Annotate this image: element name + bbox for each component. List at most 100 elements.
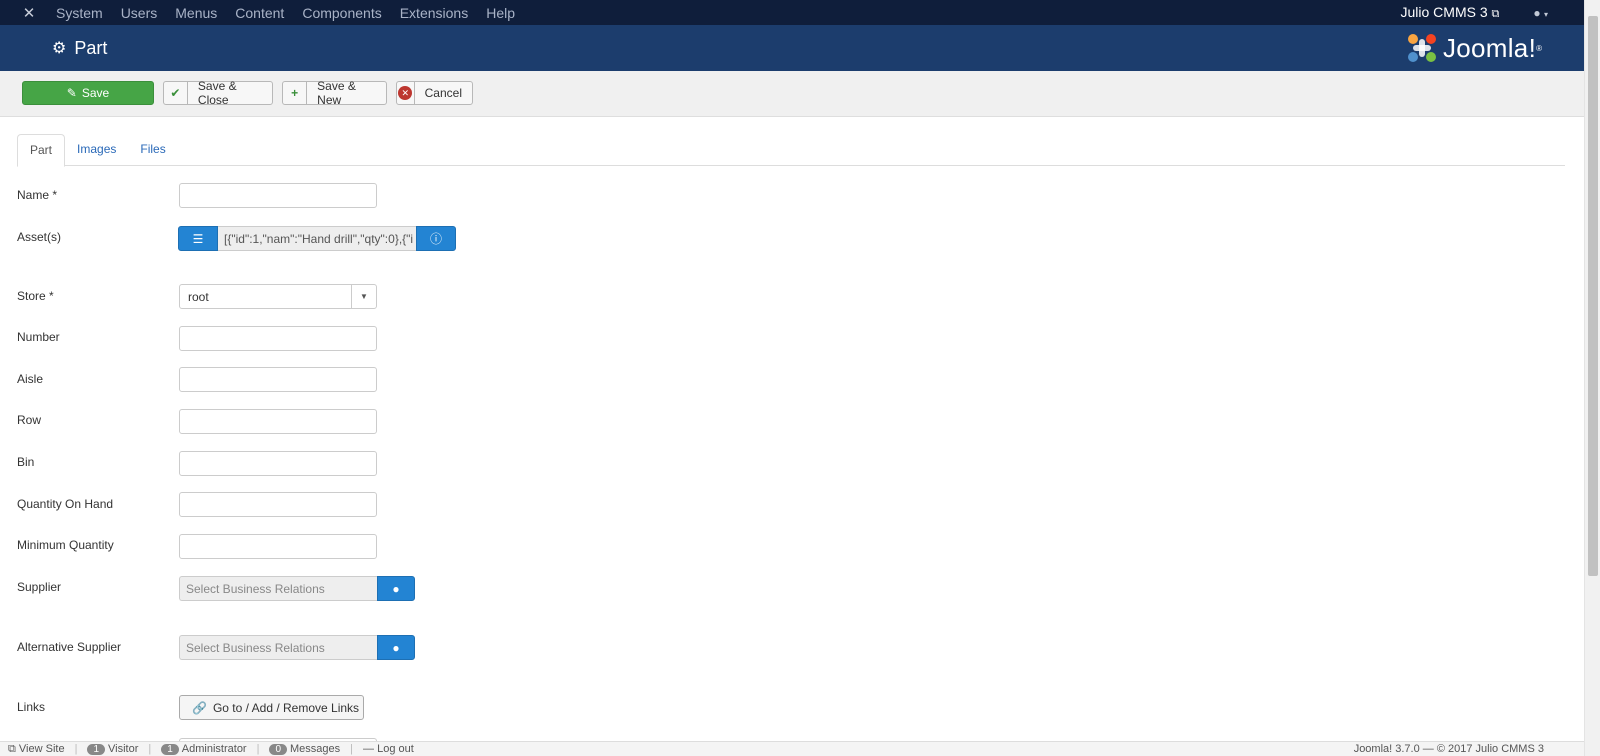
menu-content[interactable]: Content	[235, 5, 284, 21]
view-site-label: View Site	[18, 743, 65, 755]
tab-images[interactable]: Images	[65, 134, 128, 166]
info-icon: ⓘ	[429, 232, 442, 246]
assets-label: Asset(s)	[17, 230, 62, 244]
save-close-label: Save & Close	[197, 79, 237, 107]
visitors-count: 1	[87, 743, 105, 755]
menu-components[interactable]: Components	[302, 5, 381, 21]
navbar-right: Julio CMMS 3 ⧉ ● ▾	[1401, 4, 1585, 21]
save-new-button[interactable]: + Save & New	[282, 79, 387, 107]
divider: |	[350, 743, 354, 755]
links-label: Links	[17, 700, 46, 714]
toolbar: ✎ Save ✔ Save & Close + Save & New ✕ Can…	[0, 71, 1584, 117]
cancel-label: Cancel	[424, 86, 462, 100]
joomla-logo: Joomla! ®	[1405, 31, 1542, 65]
number-input[interactable]	[179, 326, 377, 351]
divider: |	[74, 743, 78, 755]
user-menu[interactable]: ● ▾	[1533, 6, 1548, 20]
user-icon: ●	[392, 640, 400, 655]
bin-input[interactable]	[179, 451, 377, 476]
admins-link[interactable]: 1 Administrator	[161, 743, 247, 755]
assets-field: ☰ [{"id":1,"nam":"Hand drill","qty":0},{…	[178, 226, 456, 251]
tab-part[interactable]: Part	[17, 134, 66, 167]
tab-bar: Part Images Files	[17, 134, 1565, 167]
save-button[interactable]: ✎ Save	[22, 81, 154, 105]
row-label: Row	[17, 413, 42, 427]
links-button-label: Go to / Add / Remove Links	[212, 700, 360, 715]
external-link-icon: ⧉	[8, 742, 19, 755]
menu-menus[interactable]: Menus	[175, 5, 217, 21]
external-link-icon: ⧉	[1491, 8, 1500, 20]
alt-supplier-field: Select Business Relations ●	[179, 635, 415, 660]
minus-icon: —	[363, 743, 378, 755]
list-icon: ☰	[192, 231, 204, 246]
menu-users[interactable]: Users	[121, 5, 158, 21]
scrollbar-thumb[interactable]	[1588, 16, 1598, 576]
tab-files[interactable]: Files	[128, 134, 177, 166]
menu-extensions[interactable]: Extensions	[400, 5, 468, 21]
links-button[interactable]: 🔗 Go to / Add / Remove Links	[179, 695, 364, 720]
site-link[interactable]: Julio CMMS 3 ⧉	[1401, 4, 1500, 21]
supplier-input[interactable]: Select Business Relations	[179, 576, 377, 601]
cancel-button[interactable]: ✕ Cancel	[396, 81, 473, 105]
edit-icon: ✎	[66, 86, 77, 100]
view-site-link[interactable]: ⧉ View Site	[8, 743, 65, 756]
asset-info-button[interactable]: ⓘ	[416, 226, 456, 251]
caret-down-icon: ▼	[351, 285, 376, 308]
number-label: Number	[17, 330, 60, 344]
joomla-logo-mark	[1407, 34, 1436, 62]
main-menu: System Users Menus Content Components Ex…	[56, 5, 533, 21]
version-text: Joomla! 3.7.0 — © 2017 Julio CMMS 3	[1353, 743, 1544, 755]
logout-label: Log out	[377, 743, 414, 755]
visitors-link[interactable]: 1 Visitor	[87, 743, 138, 755]
supplier-select-button[interactable]: ●	[377, 576, 415, 601]
alt-supplier-select-button[interactable]: ●	[377, 635, 415, 660]
save-close-button[interactable]: ✔ Save & Close	[163, 79, 273, 107]
divider: |	[256, 743, 260, 755]
divider: |	[148, 743, 152, 755]
save-label: Save	[81, 86, 110, 100]
cogs-icon: ⚙	[52, 40, 67, 57]
top-navbar: ✕ System Users Menus Content Components …	[0, 0, 1584, 25]
joomla-wordmark: Joomla!	[1442, 32, 1537, 63]
supplier-label: Supplier	[17, 580, 62, 594]
qty-on-hand-input[interactable]	[179, 492, 377, 517]
cancel-icon: ✕	[397, 82, 415, 104]
admins-label: Administrator	[181, 743, 247, 755]
menu-system[interactable]: System	[56, 5, 103, 21]
joomla-icon[interactable]: ✕	[16, 4, 42, 22]
name-input[interactable]	[179, 183, 377, 208]
check-icon: ✔	[164, 82, 188, 104]
alt-supplier-input[interactable]: Select Business Relations	[179, 635, 377, 660]
asset-list-button[interactable]: ☰	[178, 226, 218, 251]
alt-supplier-label: Alternative Supplier	[17, 640, 122, 654]
store-value: root	[188, 289, 209, 304]
store-select[interactable]: root ▼	[179, 284, 377, 309]
user-icon: ●	[1533, 5, 1541, 20]
admins-count: 1	[161, 743, 179, 755]
name-label: Name *	[17, 188, 58, 202]
visitors-label: Visitor	[108, 743, 139, 755]
page-header: ⚙ Part Joomla! ®	[0, 25, 1584, 71]
page-title: Part	[74, 37, 108, 58]
link-icon: 🔗	[192, 700, 207, 715]
bin-label: Bin	[17, 455, 35, 469]
user-icon: ●	[392, 581, 400, 596]
messages-link[interactable]: 0 Messages	[269, 743, 340, 755]
site-name: Julio CMMS 3	[1400, 4, 1488, 20]
status-bar: ⧉ View Site | 1 Visitor | 1 Administrato…	[0, 741, 1584, 756]
row-input[interactable]	[179, 409, 377, 434]
assets-value[interactable]: [{"id":1,"nam":"Hand drill","qty":0},{"i	[218, 226, 416, 251]
aisle-input[interactable]	[179, 367, 377, 392]
messages-label: Messages	[290, 743, 341, 755]
registered-mark: ®	[1536, 43, 1542, 53]
min-qty-label: Minimum Quantity	[17, 538, 114, 552]
aisle-label: Aisle	[17, 372, 44, 386]
messages-count: 0	[269, 743, 288, 755]
store-label: Store *	[17, 289, 54, 303]
qty-on-hand-label: Quantity On Hand	[17, 497, 114, 511]
supplier-field: Select Business Relations ●	[179, 576, 415, 601]
min-qty-input[interactable]	[179, 534, 377, 559]
scrollbar[interactable]	[1584, 0, 1600, 756]
logout-link[interactable]: — Log out	[363, 743, 414, 755]
menu-help[interactable]: Help	[486, 5, 515, 21]
